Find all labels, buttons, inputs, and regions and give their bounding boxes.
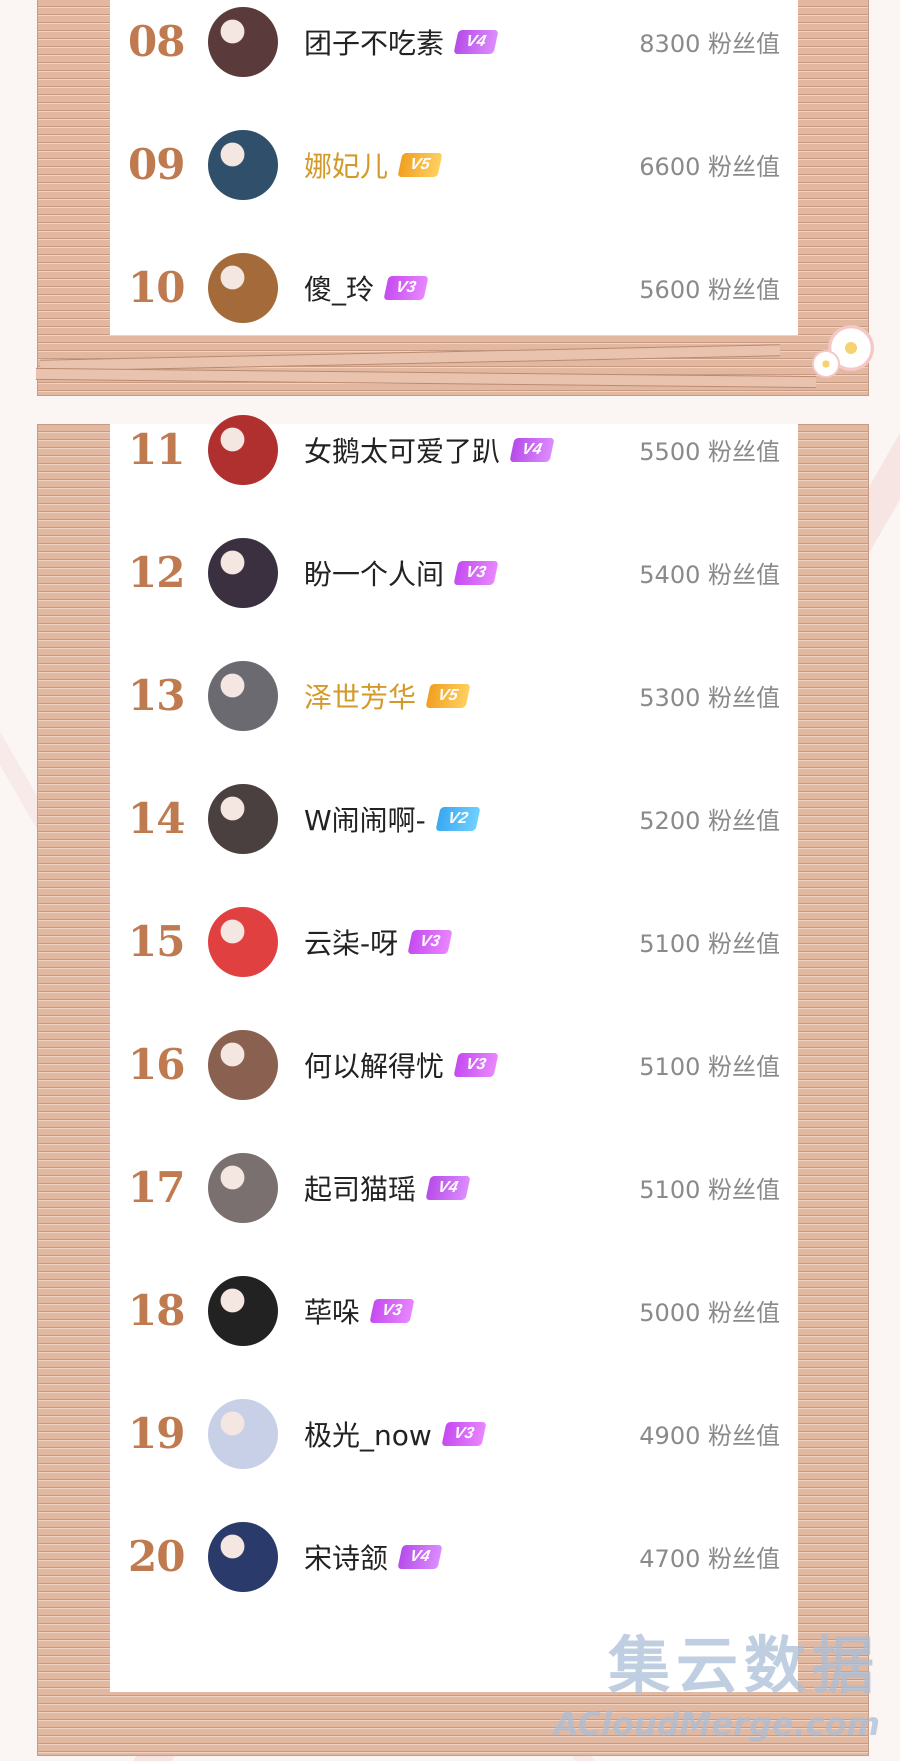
vip-level-badge: V4 [397, 1544, 443, 1569]
fan-score: 5100 粉丝值 [639, 1053, 780, 1081]
ranking-row[interactable]: 09 娜妃儿 V5 6600 粉丝值 [110, 103, 798, 226]
avatar[interactable] [208, 6, 278, 77]
ranking-card-bottom: 11 女鹅太可爱了趴 V4 5500 粉丝值 12 盼一个人间 V3 5400 粉丝值 13 泽世… [110, 414, 798, 1692]
ranking-row[interactable]: 18 荜哚 V3 5000 粉丝值 [110, 1249, 798, 1372]
watermark: 集云数据 ACloudMerge.com [554, 1615, 880, 1743]
user-name[interactable]: 何以解得忧 V3 [304, 1045, 499, 1085]
rank-number: 08 [128, 17, 185, 66]
fan-score: 5000 粉丝值 [639, 1299, 780, 1327]
vip-level-badge: V3 [453, 560, 499, 585]
rank-number: 16 [128, 1040, 185, 1089]
user-name-text: 宋诗颔 [304, 1541, 389, 1575]
ranking-row[interactable]: 19 极光_now V3 4900 粉丝值 [110, 1372, 798, 1495]
fan-score: 5500 粉丝值 [639, 438, 780, 466]
fan-score: 8300 粉丝值 [639, 30, 780, 58]
watermark-en: ACloudMerge.com [553, 1705, 880, 1743]
user-name-text: 泽世芳华 [304, 680, 417, 714]
vip-level-badge: V4 [509, 437, 555, 462]
user-name-text: 何以解得忧 [304, 1049, 445, 1083]
user-name[interactable]: 极光_now V3 [304, 1414, 486, 1454]
avatar[interactable] [208, 906, 278, 977]
rank-number: 19 [128, 1409, 185, 1458]
fan-score: 6600 粉丝值 [639, 153, 780, 181]
user-name-text: 起司猫瑶 [304, 1172, 417, 1206]
avatar[interactable] [208, 537, 278, 608]
rank-number: 20 [128, 1532, 185, 1581]
user-name[interactable]: 盼一个人间 V3 [304, 553, 499, 593]
avatar[interactable] [208, 252, 278, 323]
ranking-row[interactable]: 16 何以解得忧 V3 5100 粉丝值 [110, 1003, 798, 1126]
vip-level-badge: V3 [453, 1052, 499, 1077]
ranking-row[interactable]: 12 盼一个人间 V3 5400 粉丝值 [110, 511, 798, 634]
vip-level-badge: V3 [369, 1298, 415, 1323]
fan-score: 5100 粉丝值 [639, 1176, 780, 1204]
ranking-card-top: 08 团子不吃素 V4 8300 粉丝值 09 娜妃儿 V5 6600 粉丝值 10 傻_玲 V3 5… [110, 0, 798, 335]
vip-level-badge: V4 [453, 29, 499, 54]
avatar[interactable] [208, 1398, 278, 1469]
user-name-text: 极光_now [304, 1418, 432, 1452]
rank-number: 12 [128, 548, 185, 597]
user-name[interactable]: 起司猫瑶 V4 [304, 1168, 471, 1208]
user-name-text: 傻_玲 [304, 272, 375, 306]
user-name[interactable]: 宋诗颔 V4 [304, 1537, 443, 1577]
avatar[interactable] [208, 1029, 278, 1100]
ranking-row[interactable]: 15 云柒-呀 V3 5100 粉丝值 [110, 880, 798, 1003]
user-name[interactable]: 云柒-呀 V3 [304, 922, 453, 962]
rank-number: 13 [128, 671, 185, 720]
user-name-text: 团子不吃素 [304, 26, 445, 60]
user-name[interactable]: 泽世芳华 V5 [304, 676, 471, 716]
rank-number: 15 [128, 917, 185, 966]
rank-number: 18 [128, 1286, 185, 1335]
vip-level-badge: V2 [435, 806, 480, 831]
ranking-row[interactable]: 08 团子不吃素 V4 8300 粉丝值 [110, 0, 798, 103]
vip-level-badge: V4 [425, 1175, 471, 1200]
avatar[interactable] [208, 1275, 278, 1346]
avatar[interactable] [208, 1152, 278, 1223]
ranking-row[interactable]: 20 宋诗颔 V4 4700 粉丝值 [110, 1495, 798, 1618]
avatar[interactable] [208, 129, 278, 200]
fan-score: 4900 粉丝值 [639, 1422, 780, 1450]
fan-score: 5300 粉丝值 [639, 684, 780, 712]
fan-score: 5100 粉丝值 [639, 930, 780, 958]
user-name-text: 荜哚 [304, 1295, 361, 1329]
user-name[interactable]: 傻_玲 V3 [304, 268, 429, 308]
avatar[interactable] [208, 660, 278, 731]
fan-score: 5200 粉丝值 [639, 807, 780, 835]
rank-number: 14 [128, 794, 185, 843]
user-name[interactable]: 女鹅太可爱了趴 V4 [304, 430, 555, 470]
watermark-cn: 集云数据 [607, 1629, 880, 1702]
ranking-row[interactable]: 11 女鹅太可爱了趴 V4 5500 粉丝值 [110, 388, 798, 511]
user-name[interactable]: 娜妃儿 V5 [304, 145, 443, 185]
avatar[interactable] [208, 414, 278, 485]
rank-number: 09 [128, 140, 185, 189]
user-name-text: 盼一个人间 [304, 557, 445, 591]
ranking-row[interactable]: 17 起司猫瑶 V4 5100 粉丝值 [110, 1126, 798, 1249]
user-name[interactable]: W闹闹啊- V2 [304, 799, 480, 839]
user-name-text: 云柒-呀 [304, 926, 399, 960]
ranking-row[interactable]: 10 傻_玲 V3 5600 粉丝值 [110, 226, 798, 349]
avatar[interactable] [208, 783, 278, 854]
vip-level-badge: V5 [425, 683, 471, 708]
user-name-text: 女鹅太可爱了趴 [304, 434, 501, 468]
rank-number: 10 [128, 263, 185, 312]
fan-score: 5600 粉丝值 [639, 276, 780, 304]
user-name[interactable]: 荜哚 V3 [304, 1291, 415, 1331]
fan-score: 4700 粉丝值 [639, 1545, 780, 1573]
plum-flower-icon [812, 350, 840, 378]
vip-level-badge: V5 [397, 152, 443, 177]
rank-number: 17 [128, 1163, 185, 1212]
ranking-row[interactable]: 14 W闹闹啊- V2 5200 粉丝值 [110, 757, 798, 880]
fan-score: 5400 粉丝值 [639, 561, 780, 589]
vip-level-badge: V3 [383, 275, 429, 300]
user-name[interactable]: 团子不吃素 V4 [304, 22, 499, 62]
rank-number: 11 [128, 425, 185, 474]
avatar[interactable] [208, 1521, 278, 1592]
user-name-text: W闹闹啊- [304, 803, 426, 837]
vip-level-badge: V3 [407, 929, 453, 954]
ranking-row[interactable]: 13 泽世芳华 V5 5300 粉丝值 [110, 634, 798, 757]
vip-level-badge: V3 [441, 1421, 486, 1446]
user-name-text: 娜妃儿 [304, 149, 389, 183]
